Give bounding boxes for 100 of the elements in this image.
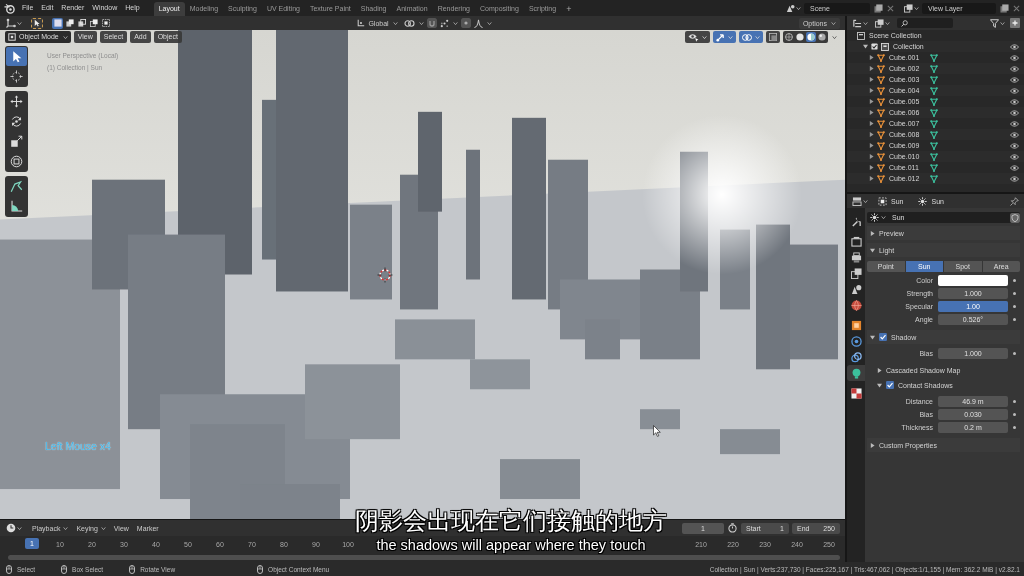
search-field[interactable] [897,18,953,28]
expand-arrow-icon[interactable] [863,44,868,49]
shading-button[interactable] [795,32,805,42]
axes-icon[interactable] [6,18,16,28]
shield-icon[interactable] [1010,212,1020,223]
expand-arrow-icon[interactable] [870,230,875,236]
timeline-scrollbar[interactable] [8,554,840,560]
vertex-triangle-icon[interactable] [930,141,938,150]
close-icon[interactable] [887,4,894,12]
box-icon [881,42,889,51]
expand-arrow-icon[interactable] [869,99,874,104]
expand-arrow-icon[interactable] [869,110,874,115]
overlapping-squares-icon[interactable] [1000,3,1009,13]
stacked-images-icon[interactable] [875,18,884,28]
clock-icon[interactable] [6,523,16,533]
dot-icon[interactable] [1013,426,1016,429]
expand-arrow-icon[interactable] [869,66,874,71]
vertex-triangle-icon[interactable] [930,152,938,161]
eye-icon[interactable] [1010,65,1019,72]
expand-arrow-icon[interactable] [870,334,875,340]
expand-arrow-icon[interactable] [869,77,874,82]
close-icon[interactable] [1013,4,1020,12]
expand-arrow-icon[interactable] [877,367,882,373]
pin-icon[interactable] [1010,196,1019,206]
expand-arrow-icon[interactable] [869,143,874,148]
expand-arrow-icon[interactable] [877,382,882,388]
eye-icon[interactable] [1010,76,1019,83]
tool-button[interactable] [6,47,27,66]
funnel-icon[interactable] [990,18,999,28]
vertex-triangle-icon[interactable] [930,86,938,95]
dot-icon[interactable] [1013,305,1016,308]
shading-button[interactable] [784,32,794,42]
expand-arrow-icon[interactable] [869,176,874,181]
stacked-images-icon[interactable] [904,3,913,13]
add-workspace-button[interactable]: + [561,2,577,16]
eye-icon[interactable] [1010,87,1019,94]
eye-icon[interactable] [1010,142,1019,149]
eye-icon[interactable] [1010,175,1019,182]
squares-icon [53,19,62,27]
dot-icon[interactable] [1013,352,1016,355]
dot-icon[interactable] [1013,318,1016,321]
gizmo-toggle[interactable] [713,31,736,43]
grid-dots-icon[interactable] [439,18,449,28]
magnet-icon[interactable] [426,18,437,28]
dot-icon[interactable] [1013,400,1016,403]
eye-icon[interactable] [1010,164,1019,171]
vertex-triangle-icon[interactable] [930,119,938,128]
expand-arrow-icon[interactable] [869,88,874,93]
vertex-triangle-icon[interactable] [930,97,938,106]
curve-icon[interactable] [473,18,483,28]
vertex-triangle-icon[interactable] [930,75,938,84]
color-swatch[interactable] [938,275,1008,286]
selection-mode-button[interactable] [64,17,75,29]
bulb-icon [850,367,862,379]
selection-mode-button[interactable] [88,17,99,29]
expand-arrow-icon[interactable] [869,132,874,137]
logo-icon[interactable] [4,2,15,14]
expand-arrow-icon[interactable] [869,165,874,170]
vertex-triangle-icon[interactable] [930,130,938,139]
vertex-triangle-icon[interactable] [930,163,938,172]
expand-arrow-icon[interactable] [870,247,875,253]
vertex-triangle-icon[interactable] [930,64,938,73]
rotate-arrows-icon [10,115,23,128]
linked-rings-icon[interactable] [403,18,415,28]
vertex-triangle-icon[interactable] [930,108,938,117]
shading-button[interactable] [806,32,816,42]
eye-icon[interactable] [1010,109,1019,116]
eye-icon[interactable] [1010,120,1019,127]
eye-icon[interactable] [1010,98,1019,105]
checkbox[interactable] [871,43,878,50]
dashed-square-icon [878,196,887,206]
visibility-button[interactable] [685,31,710,43]
list-icon[interactable] [852,18,862,28]
stacked-panels-icon[interactable] [852,196,862,206]
expand-arrow-icon[interactable] [869,154,874,159]
mouse-icon [129,564,136,574]
overlapping-squares-icon[interactable] [874,3,883,13]
eye-icon[interactable] [1010,54,1019,61]
dot-icon[interactable] [1013,413,1016,416]
vertex-triangle-icon[interactable] [930,174,938,183]
shading-button[interactable] [817,32,827,42]
caret-icon [914,6,919,10]
overlay-toggle[interactable] [739,31,763,43]
eye-icon[interactable] [1010,131,1019,138]
dot-icon[interactable] [1013,279,1016,282]
selection-mode-button[interactable] [100,17,111,29]
stopwatch-icon[interactable] [728,523,737,533]
eye-icon[interactable] [1010,43,1019,50]
xray-toggle[interactable] [766,31,780,43]
select-tool-button[interactable] [31,17,43,29]
expand-arrow-icon[interactable] [869,55,874,60]
plus-box-icon[interactable] [1010,18,1020,28]
vertex-triangle-icon[interactable] [930,53,938,62]
expand-arrow-icon[interactable] [869,121,874,126]
dot-icon[interactable] [1013,292,1016,295]
selection-mode-button[interactable] [52,17,63,29]
expand-arrow-icon[interactable] [870,442,875,448]
eye-icon[interactable] [1010,153,1019,160]
selection-mode-button[interactable] [76,17,87,29]
caret-icon [418,21,424,25]
